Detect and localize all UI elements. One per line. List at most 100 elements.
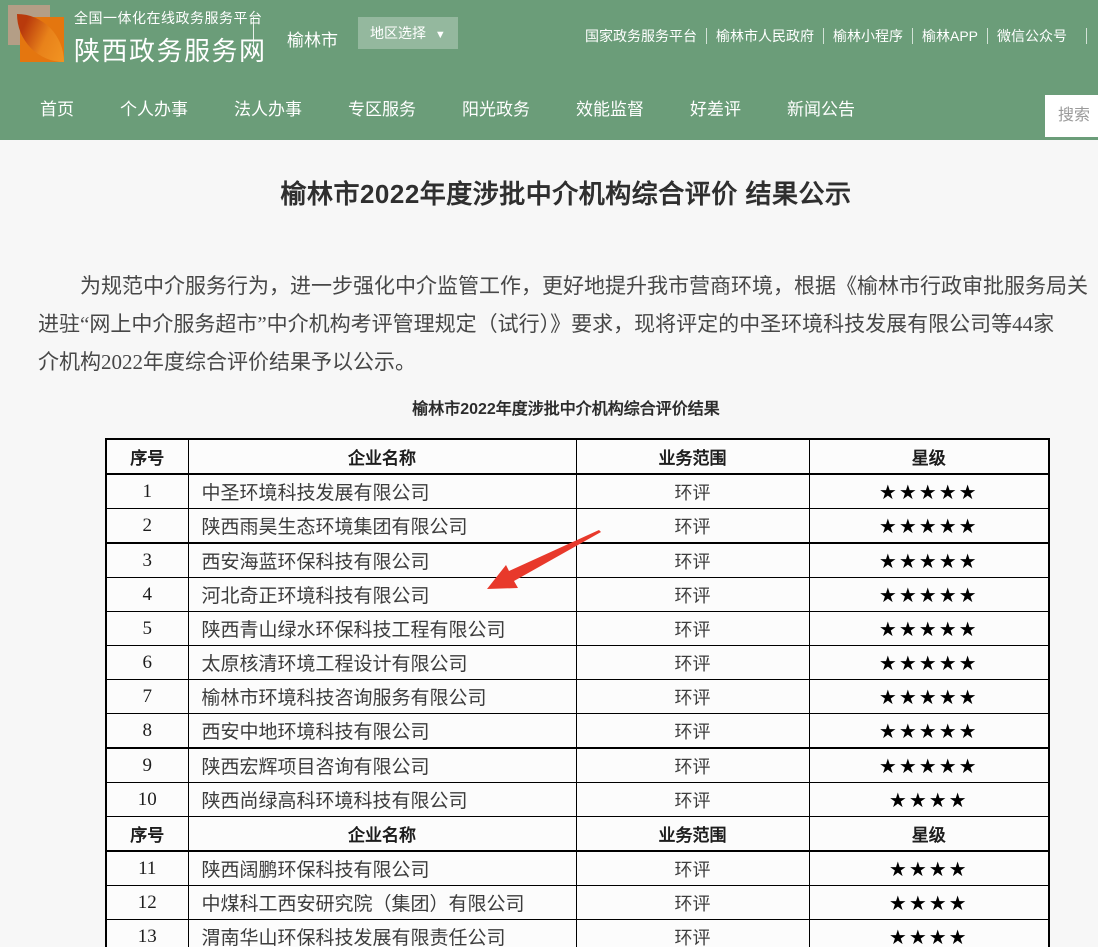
top-link[interactable]: 榆林市人民政府 bbox=[713, 26, 817, 46]
row-number: 7 bbox=[106, 680, 188, 714]
star-rating: ★★★★ bbox=[809, 783, 1049, 817]
divider bbox=[1086, 28, 1087, 44]
company-name: 中圣环境科技发展有限公司 bbox=[188, 474, 576, 509]
paragraph-line: 为规范中介服务行为，进一步强化中介监管工作，更好地提升我市营商环境，根据《榆林市… bbox=[38, 267, 1094, 305]
star-rating: ★★★★★ bbox=[809, 543, 1049, 578]
top-link[interactable]: 微信公众号 bbox=[994, 26, 1070, 46]
page-title: 榆林市2022年度涉批中介机构综合评价 结果公示 bbox=[38, 174, 1094, 211]
company-name: 陕西宏辉项目咨询有限公司 bbox=[188, 748, 576, 783]
region-selector-label: 地区选择 bbox=[370, 25, 426, 41]
business-scope: 环评 bbox=[576, 748, 809, 783]
nav-item[interactable]: 新闻公告 bbox=[787, 95, 855, 120]
site-header: 全国一体化在线政务服务平台 陕西政务服务网 榆林市 地区选择 ▼ 国家政务服务平… bbox=[0, 0, 1098, 140]
top-link[interactable]: 国家政务服务平台 bbox=[582, 26, 700, 46]
business-scope: 环评 bbox=[576, 646, 809, 680]
business-scope: 环评 bbox=[576, 920, 809, 947]
table-row: 13渭南华山环保科技发展有限责任公司环评★★★★ bbox=[106, 920, 1049, 947]
platform-tagline: 全国一体化在线政务服务平台 bbox=[74, 8, 267, 28]
business-scope: 环评 bbox=[576, 680, 809, 714]
row-number: 13 bbox=[106, 920, 188, 947]
divider bbox=[253, 17, 254, 56]
company-name: 河北奇正环境科技有限公司 bbox=[188, 578, 576, 612]
top-links: 国家政务服务平台榆林市人民政府榆林小程序榆林APP微信公众号注册 bbox=[582, 26, 1098, 46]
row-number: 12 bbox=[106, 886, 188, 920]
top-link[interactable]: 榆林APP bbox=[919, 26, 981, 46]
announcement-article: 榆林市2022年度涉批中介机构综合评价 结果公示 为规范中介服务行为，进一步强化… bbox=[38, 174, 1094, 947]
star-rating: ★★★★★ bbox=[809, 646, 1049, 680]
evaluation-results-table: 序号企业名称业务范围星级1中圣环境科技发展有限公司环评★★★★★2陕西雨昊生态环… bbox=[105, 438, 1050, 947]
star-rating: ★★★★★ bbox=[809, 748, 1049, 783]
divider bbox=[706, 28, 707, 44]
top-link[interactable]: 榆林小程序 bbox=[830, 26, 906, 46]
table-row: 9陕西宏辉项目咨询有限公司环评★★★★★ bbox=[106, 748, 1049, 783]
table-header-row: 序号企业名称业务范围星级 bbox=[106, 439, 1049, 474]
table-row: 3西安海蓝环保科技有限公司环评★★★★★ bbox=[106, 543, 1049, 578]
table-row: 4河北奇正环境科技有限公司环评★★★★★ bbox=[106, 578, 1049, 612]
star-rating: ★★★★★ bbox=[809, 578, 1049, 612]
company-name: 中煤科工西安研究院（集团）有限公司 bbox=[188, 886, 576, 920]
column-header: 企业名称 bbox=[188, 817, 576, 852]
star-rating: ★★★★★ bbox=[809, 509, 1049, 544]
search-input[interactable] bbox=[1045, 95, 1098, 137]
nav-item[interactable]: 首页 bbox=[40, 95, 74, 120]
content-area: 榆林市2022年度涉批中介机构综合评价 结果公示 为规范中介服务行为，进一步强化… bbox=[0, 140, 1098, 947]
column-header: 业务范围 bbox=[576, 439, 809, 474]
business-scope: 环评 bbox=[576, 578, 809, 612]
company-name: 西安中地环境科技有限公司 bbox=[188, 714, 576, 749]
table-row: 2陕西雨昊生态环境集团有限公司环评★★★★★ bbox=[106, 509, 1049, 544]
business-scope: 环评 bbox=[576, 851, 809, 886]
company-name: 陕西雨昊生态环境集团有限公司 bbox=[188, 509, 576, 544]
column-header: 业务范围 bbox=[576, 817, 809, 852]
star-rating: ★★★★★ bbox=[809, 612, 1049, 646]
star-rating: ★★★★★ bbox=[809, 680, 1049, 714]
star-rating: ★★★★ bbox=[809, 851, 1049, 886]
current-city-label[interactable]: 榆林市 bbox=[287, 26, 338, 51]
site-name: 陕西政务服务网 bbox=[74, 31, 267, 68]
business-scope: 环评 bbox=[576, 612, 809, 646]
table-row: 6太原核清环境工程设计有限公司环评★★★★★ bbox=[106, 646, 1049, 680]
region-selector-button[interactable]: 地区选择 ▼ bbox=[358, 17, 458, 49]
nav-item[interactable]: 专区服务 bbox=[348, 95, 416, 120]
main-nav: 首页 个人办事 法人办事 专区服务 阳光政务 效能监督 好差评 新闻公告 bbox=[0, 75, 1098, 140]
divider bbox=[987, 28, 988, 44]
paragraph-line: 介机构2022年度综合评价结果予以公示。 bbox=[38, 343, 1094, 381]
business-scope: 环评 bbox=[576, 783, 809, 817]
table-header-row: 序号企业名称业务范围星级 bbox=[106, 817, 1049, 852]
business-scope: 环评 bbox=[576, 714, 809, 749]
paragraph-line: 进驻“网上中介服务超市”中介机构考评管理规定（试行）》要求，现将评定的中圣环境科… bbox=[38, 305, 1094, 343]
divider bbox=[823, 28, 824, 44]
nav-item[interactable]: 效能监督 bbox=[576, 95, 644, 120]
table-row: 11陕西阔鹏环保科技有限公司环评★★★★ bbox=[106, 851, 1049, 886]
row-number: 3 bbox=[106, 543, 188, 578]
row-number: 10 bbox=[106, 783, 188, 817]
table-caption: 榆林市2022年度涉批中介机构综合评价结果 bbox=[38, 395, 1094, 419]
row-number: 11 bbox=[106, 851, 188, 886]
star-rating: ★★★★ bbox=[809, 920, 1049, 947]
company-name: 渭南华山环保科技发展有限责任公司 bbox=[188, 920, 576, 947]
nav-item[interactable]: 个人办事 bbox=[120, 95, 188, 120]
nav-item[interactable]: 法人办事 bbox=[234, 95, 302, 120]
company-name: 陕西阔鹏环保科技有限公司 bbox=[188, 851, 576, 886]
business-scope: 环评 bbox=[576, 886, 809, 920]
row-number: 5 bbox=[106, 612, 188, 646]
company-name: 陕西尚绿高科环境科技有限公司 bbox=[188, 783, 576, 817]
site-logo-icon bbox=[8, 5, 64, 62]
row-number: 9 bbox=[106, 748, 188, 783]
company-name: 榆林市环境科技咨询服务有限公司 bbox=[188, 680, 576, 714]
column-header: 序号 bbox=[106, 817, 188, 852]
table-row: 12中煤科工西安研究院（集团）有限公司环评★★★★ bbox=[106, 886, 1049, 920]
table-row: 1中圣环境科技发展有限公司环评★★★★★ bbox=[106, 474, 1049, 509]
page: 全国一体化在线政务服务平台 陕西政务服务网 榆林市 地区选择 ▼ 国家政务服务平… bbox=[0, 0, 1098, 947]
business-scope: 环评 bbox=[576, 543, 809, 578]
row-number: 6 bbox=[106, 646, 188, 680]
divider bbox=[912, 28, 913, 44]
star-rating: ★★★★★ bbox=[809, 714, 1049, 749]
table-row: 7榆林市环境科技咨询服务有限公司环评★★★★★ bbox=[106, 680, 1049, 714]
row-number: 4 bbox=[106, 578, 188, 612]
nav-item[interactable]: 阳光政务 bbox=[462, 95, 530, 120]
announcement-paragraph: 为规范中介服务行为，进一步强化中介监管工作，更好地提升我市营商环境，根据《榆林市… bbox=[38, 267, 1094, 381]
nav-item[interactable]: 好差评 bbox=[690, 95, 741, 120]
company-name: 陕西青山绿水环保科技工程有限公司 bbox=[188, 612, 576, 646]
table-row: 5陕西青山绿水环保科技工程有限公司环评★★★★★ bbox=[106, 612, 1049, 646]
company-name: 太原核清环境工程设计有限公司 bbox=[188, 646, 576, 680]
